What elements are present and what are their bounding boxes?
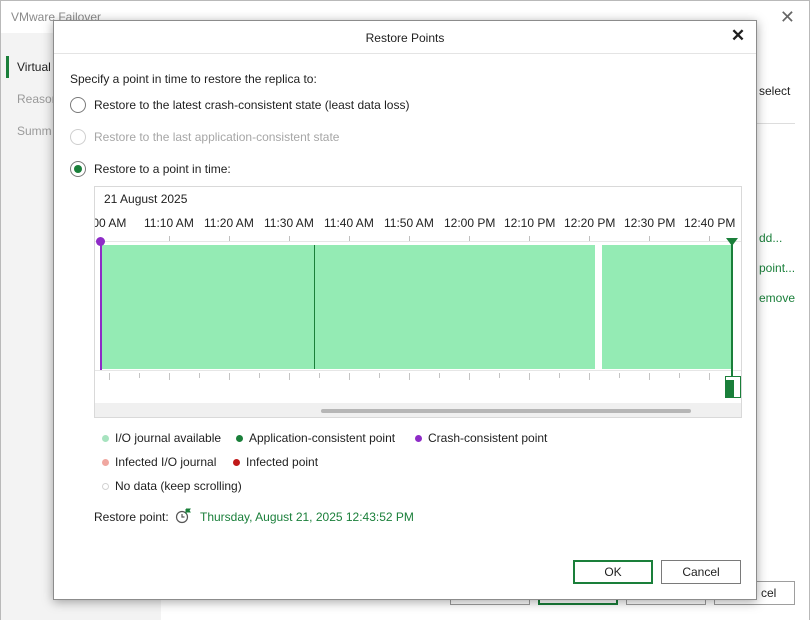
timeline-time-label: 12:10 PM <box>504 216 556 230</box>
background-select-text[interactable]: select <box>759 84 790 98</box>
crash-consistent-point-line[interactable] <box>100 242 102 370</box>
io-journal-block[interactable] <box>101 245 595 369</box>
timeline-axis-tick <box>319 373 320 378</box>
timeline-axis-tick <box>649 373 650 380</box>
legend-no-data: No data (keep scrolling) <box>102 479 242 493</box>
timeline-drag-handle[interactable] <box>725 376 741 398</box>
radio-button[interactable] <box>70 97 86 113</box>
timeline-axis-tick <box>589 373 590 380</box>
legend-crash-consistent: Crash-consistent point <box>415 431 547 445</box>
wizard-nav-item-virtual[interactable]: Virtual <box>17 60 51 74</box>
option-label: Restore to the last application-consiste… <box>94 130 340 144</box>
legend-no-data-dot <box>102 482 109 490</box>
restore-point-label: Restore point: <box>94 510 169 524</box>
legend-label: No data (keep scrolling) <box>115 479 242 493</box>
restore-point-value: Thursday, August 21, 2025 12:43:52 PM <box>200 510 414 524</box>
timeline-axis-tick <box>109 373 110 380</box>
timeline-axis-tick <box>439 373 440 378</box>
legend-io-journal: I/O journal available <box>102 431 221 445</box>
legend-infected-journal-dot <box>102 458 109 466</box>
option-latest-crash-consistent[interactable]: Restore to the latest crash-consistent s… <box>70 95 409 115</box>
legend-label: I/O journal available <box>115 431 222 445</box>
legend-label: Infected point <box>246 455 319 469</box>
legend-app-consistent-dot <box>236 434 243 442</box>
app-consistent-point-line[interactable] <box>314 245 315 369</box>
legend-infected-point-dot <box>233 458 240 466</box>
legend-app-consistent: Application-consistent point <box>236 431 395 445</box>
timeline-axis-tick <box>499 373 500 378</box>
timeline-axis-tick <box>469 373 470 380</box>
cancel-button[interactable]: Cancel <box>661 560 741 584</box>
legend-label: Application-consistent point <box>249 431 396 445</box>
timeline-time-label: 11:30 AM <box>264 216 314 230</box>
timeline-axis-tick <box>229 373 230 380</box>
legend-crash-consistent-dot <box>415 434 422 442</box>
legend-label: Crash-consistent point <box>428 431 548 445</box>
timeline-time-label: 11:20 AM <box>204 216 254 230</box>
timeline-axis-tick <box>679 373 680 378</box>
restore-points-dialog: Restore Points ✕ Specify a point in time… <box>53 20 757 600</box>
timeline-time-label: 12:30 PM <box>624 216 676 230</box>
timeline-time-label: 11:40 AM <box>324 216 374 230</box>
option-label: Restore to the latest crash-consistent s… <box>94 98 410 112</box>
timeline-axis-tick <box>169 373 170 380</box>
background-point-link[interactable]: point... <box>759 261 795 275</box>
timeline-axis-tick <box>619 373 620 378</box>
timeline-axis-tick <box>139 373 140 378</box>
restore-timeline[interactable]: 21 August 2025 :00 AM 11:10 AM 11:20 AM 11:… <box>94 186 742 418</box>
timeline-axis-tick <box>559 373 560 378</box>
legend-io-journal-dot <box>102 434 109 442</box>
dialog-title: Restore Points <box>365 31 445 45</box>
ok-button[interactable]: OK <box>573 560 653 584</box>
timeline-header-divider <box>95 241 741 242</box>
background-cancel-label: cel <box>761 586 777 600</box>
background-close-icon[interactable]: ✕ <box>780 7 795 28</box>
timeline-axis-tick <box>349 373 350 380</box>
option-point-in-time[interactable]: Restore to a point in time: <box>70 159 231 179</box>
dialog-titlebar: Restore Points ✕ <box>54 21 756 54</box>
wizard-nav-active-indicator <box>6 56 9 78</box>
restore-prompt: Specify a point in time to restore the r… <box>70 72 317 86</box>
timeline-time-label: 11:10 AM <box>144 216 194 230</box>
io-journal-block[interactable] <box>602 245 733 369</box>
close-icon[interactable]: ✕ <box>728 26 748 46</box>
timeline-time-label: 12:20 PM <box>564 216 616 230</box>
timeline-time-label: 12:00 PM <box>444 216 496 230</box>
clock-icon <box>175 508 191 524</box>
timeline-time-label: :00 AM <box>95 216 127 230</box>
timeline-scrollbar-thumb[interactable] <box>321 409 691 413</box>
restore-point-cursor-line[interactable] <box>731 243 733 398</box>
timeline-axis-tick <box>409 373 410 380</box>
legend-infected-journal: Infected I/O journal <box>102 455 216 469</box>
radio-button-selected[interactable] <box>70 161 86 177</box>
wizard-nav-item-summary[interactable]: Summ <box>17 124 52 138</box>
timeline-axis <box>95 370 741 371</box>
timeline-axis-tick <box>199 373 200 378</box>
timeline-time-label: 11:50 AM <box>384 216 434 230</box>
legend-infected-point: Infected point <box>233 455 318 469</box>
timeline-axis-tick <box>379 373 380 378</box>
radio-button <box>70 129 86 145</box>
timeline-axis-tick <box>529 373 530 380</box>
timeline-axis-tick <box>709 373 710 380</box>
timeline-axis-tick <box>289 373 290 380</box>
timeline-axis-tick <box>259 373 260 378</box>
option-label: Restore to a point in time: <box>94 162 231 176</box>
option-last-app-consistent: Restore to the last application-consiste… <box>70 127 339 147</box>
background-remove-link[interactable]: emove <box>759 291 795 305</box>
background-add-link[interactable]: dd... <box>759 231 782 245</box>
crash-consistent-point-marker[interactable] <box>96 237 105 246</box>
timeline-date: 21 August 2025 <box>104 192 188 206</box>
timeline-time-label: 12:40 PM <box>684 216 736 230</box>
restore-point-cursor-marker[interactable] <box>726 238 738 246</box>
legend-label: Infected I/O journal <box>115 455 217 469</box>
